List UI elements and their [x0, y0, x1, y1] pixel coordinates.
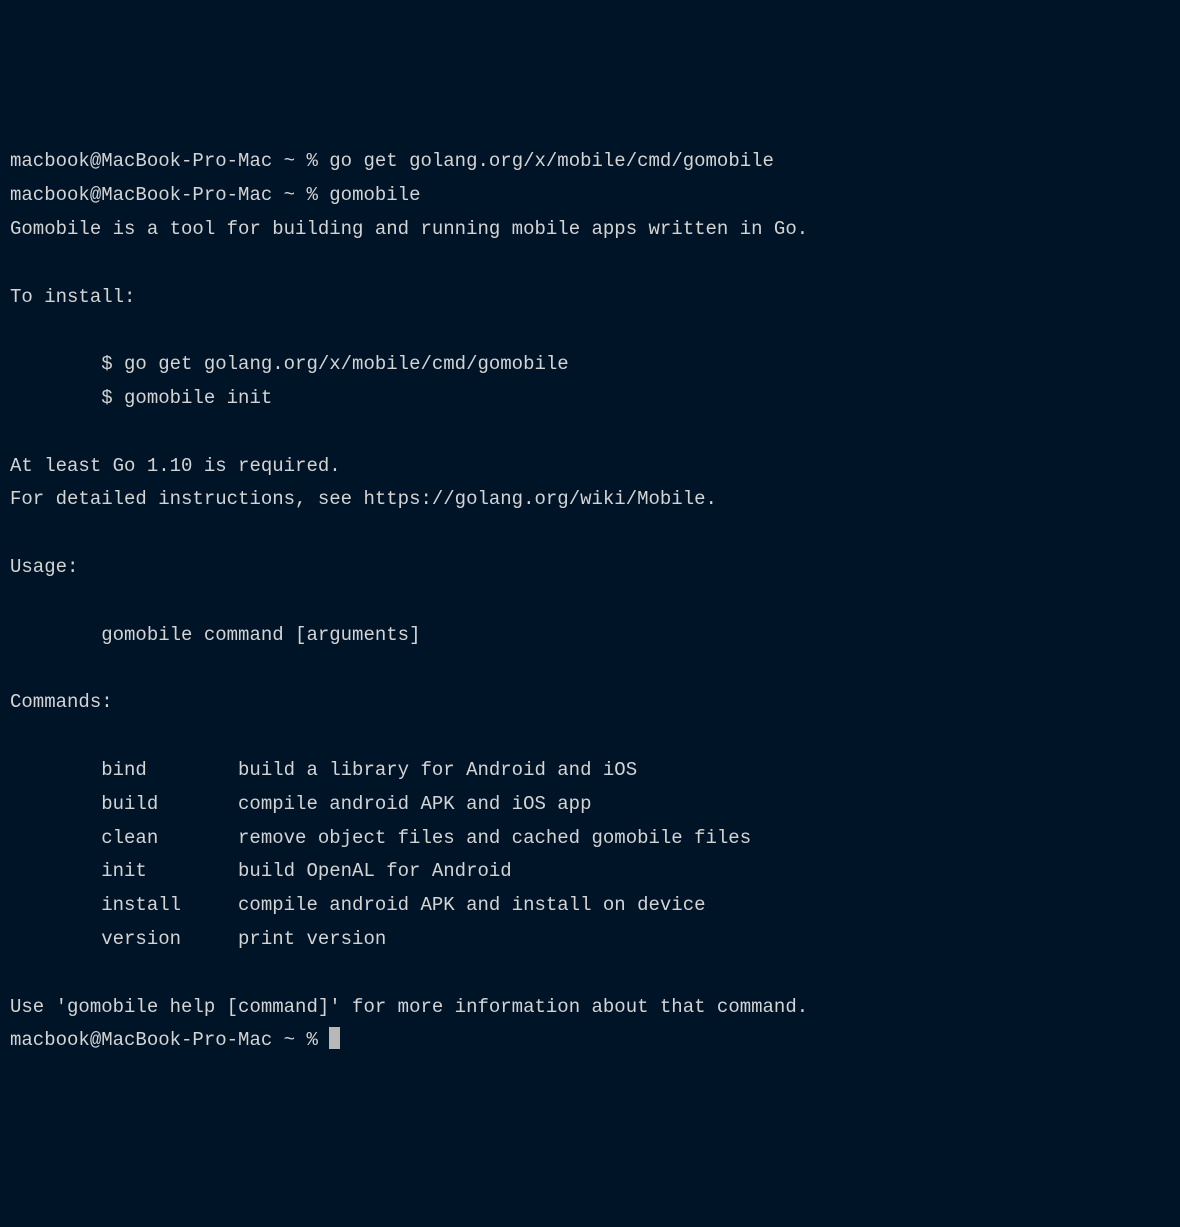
shell-prompt: macbook@MacBook-Pro-Mac ~ % — [10, 184, 329, 206]
cursor-block-icon[interactable] — [329, 1027, 340, 1049]
command-desc: build a library for Android and iOS — [238, 759, 637, 781]
command-desc: print version — [238, 928, 386, 950]
command-name: install — [101, 889, 238, 923]
footer-line: Use 'gomobile help [command]' for more i… — [10, 996, 808, 1018]
install-command: $ go get golang.org/x/mobile/cmd/gomobil… — [101, 353, 568, 375]
command-entered: go get golang.org/x/mobile/cmd/gomobile — [329, 150, 774, 172]
shell-prompt: macbook@MacBook-Pro-Mac ~ % — [10, 150, 329, 172]
commands-header: Commands: — [10, 691, 113, 713]
usage-line: gomobile command [arguments] — [101, 624, 420, 646]
requirement-line: At least Go 1.10 is required. — [10, 455, 341, 477]
command-name: build — [101, 788, 238, 822]
command-name: bind — [101, 754, 238, 788]
shell-prompt: macbook@MacBook-Pro-Mac ~ % — [10, 1029, 329, 1051]
instructions-line: For detailed instructions, see https://g… — [10, 488, 717, 510]
terminal-window[interactable]: macbook@MacBook-Pro-Mac ~ % go get golan… — [10, 145, 1170, 1058]
command-name: init — [101, 855, 238, 889]
install-command: $ gomobile init — [101, 387, 272, 409]
command-desc: build OpenAL for Android — [238, 860, 512, 882]
command-desc: remove object files and cached gomobile … — [238, 827, 751, 849]
install-header: To install: — [10, 286, 135, 308]
output-intro: Gomobile is a tool for building and runn… — [10, 218, 808, 240]
usage-header: Usage: — [10, 556, 78, 578]
command-name: version — [101, 923, 238, 957]
command-desc: compile android APK and iOS app — [238, 793, 591, 815]
command-name: clean — [101, 822, 238, 856]
command-entered: gomobile — [329, 184, 420, 206]
command-desc: compile android APK and install on devic… — [238, 894, 705, 916]
